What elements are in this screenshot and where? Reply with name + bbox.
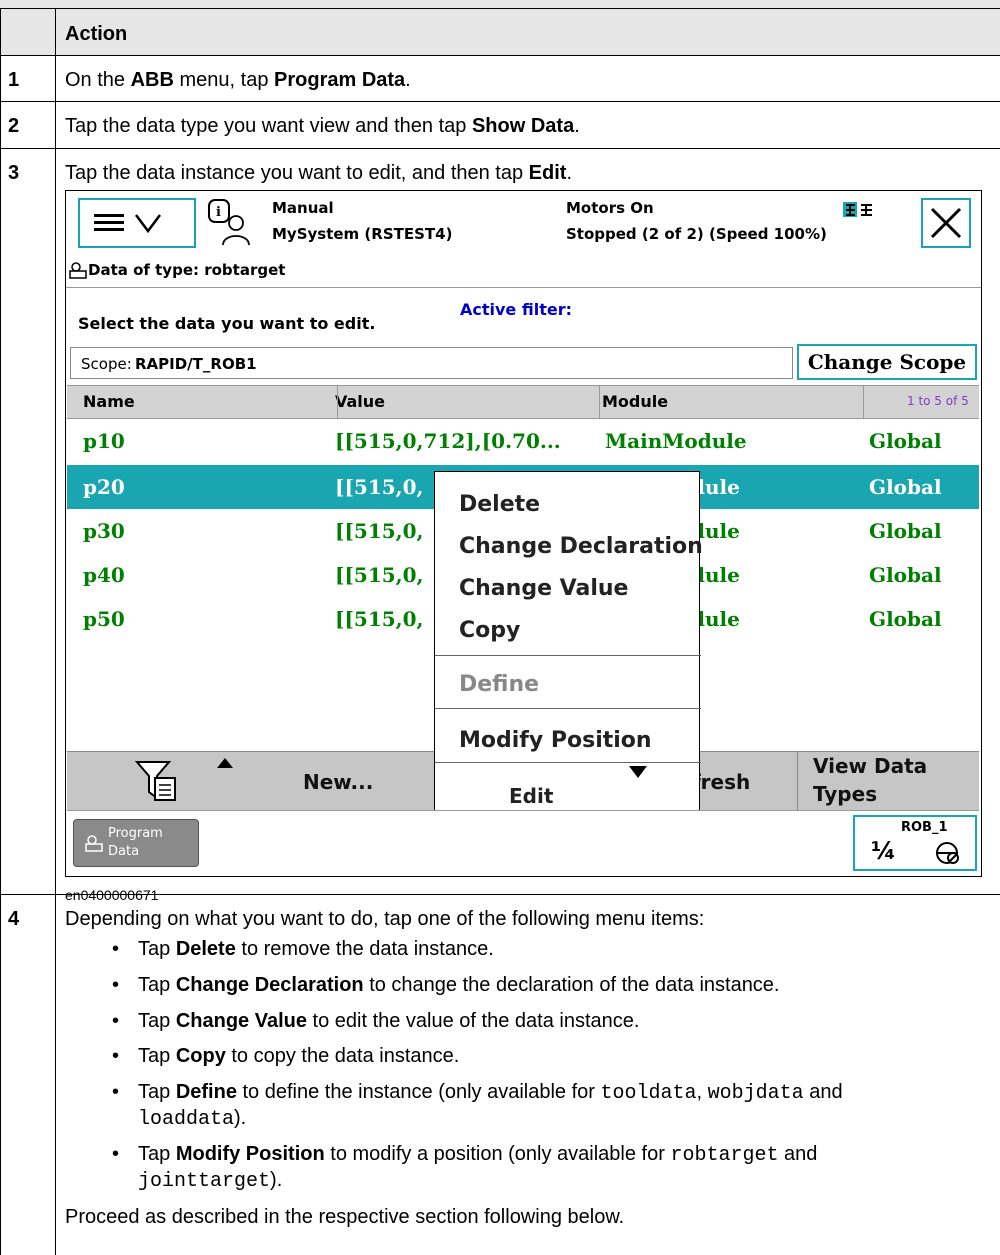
speed-indicator: ¼ [871, 837, 896, 865]
active-filter-label: Active filter: [460, 300, 572, 319]
motors-status: Motors On [566, 199, 654, 217]
step-4-outro: Proceed as described in the respective s… [65, 1206, 625, 1228]
system-name: MySystem (RSTEST4) [272, 225, 453, 243]
column-value: Value [335, 392, 386, 411]
incremental-icon [936, 842, 959, 864]
step-number: 2 [8, 115, 20, 137]
program-data-task-button[interactable]: Program Data [73, 819, 199, 867]
bullet-marker: • [112, 1045, 120, 1067]
step-4-intro: Depending on what you want to do, tap on… [65, 908, 705, 930]
menu-item-change-declaration[interactable]: Change Declaration [459, 534, 703, 559]
menu-item-copy[interactable]: Copy [459, 618, 520, 643]
close-button[interactable] [921, 198, 971, 248]
bullet-marker: • [112, 1081, 120, 1103]
taskbar: Program Data ROB_1 ¼ [67, 810, 979, 875]
mode-text: Manual [272, 199, 334, 217]
row-count-label: 1 to 5 of 5 [907, 394, 969, 408]
program-data-icon [69, 262, 87, 279]
step-number: 1 [8, 69, 20, 91]
close-icon [930, 207, 962, 239]
bullet-define-line2: loaddata). [138, 1107, 247, 1131]
abb-menu-button[interactable] [78, 198, 196, 248]
step-1-text: On the ABB menu, tap Program Data. [65, 69, 411, 91]
triangle-up-icon [217, 758, 233, 768]
bullet-marker: • [112, 1143, 120, 1165]
header-action: Action [65, 23, 128, 45]
bullet-copy: Tap Copy to copy the data instance. [138, 1045, 460, 1067]
step-2-text: Tap the data type you want view and then… [65, 115, 580, 137]
step-3-text: Tap the data instance you want to edit, … [65, 162, 573, 184]
instruction-text: Select the data you want to edit. [78, 314, 376, 333]
filter-icon[interactable] [133, 758, 179, 804]
context-menu: Delete Change Declaration Change Value C… [434, 471, 703, 831]
change-scope-button[interactable]: Change Scope [797, 344, 977, 380]
robot-status-icon [843, 202, 872, 217]
bullet-marker: • [112, 974, 120, 996]
data-type-label: Data of type: robtarget [88, 261, 286, 279]
quickset-button[interactable]: ROB_1 ¼ [853, 815, 977, 871]
svg-text:i: i [216, 205, 221, 220]
program-data-icon [85, 835, 103, 852]
new-button[interactable]: New... [303, 770, 373, 794]
column-module: Module [602, 392, 669, 411]
bullet-marker: • [112, 938, 120, 960]
bullet-modify-position-line2: jointtarget). [138, 1169, 283, 1193]
menu-icon [94, 214, 161, 234]
bullet-delete: Tap Delete to remove the data instance. [138, 938, 494, 960]
figure-caption: en0400000671 [65, 887, 159, 903]
table-row[interactable]: p10 [[515,0,712],[0.70... MainModule Glo… [67, 419, 979, 463]
grid-header: Name Value Module 1 to 5 of 5 [67, 385, 979, 419]
bullet-change-value: Tap Change Value to edit the value of th… [138, 1010, 640, 1032]
operator-info-icon[interactable]: i [206, 197, 254, 247]
menu-item-modify-position[interactable]: Modify Position [459, 728, 652, 753]
program-state: Stopped (2 of 2) (Speed 100%) [566, 225, 827, 243]
step-number: 3 [8, 162, 20, 184]
menu-item-delete[interactable]: Delete [459, 492, 540, 517]
scope-field: Scope: RAPID/T_ROB1 [70, 347, 793, 379]
column-name: Name [83, 392, 135, 411]
robot-name: ROB_1 [901, 820, 948, 835]
bullet-define: Tap Define to define the instance (only … [138, 1081, 843, 1105]
document-page: Action 1 On the ABB menu, tap Program Da… [0, 0, 1000, 1255]
status-bar: i Manual MySystem (RSTEST4) Motors On St… [66, 191, 981, 253]
scope-value: RAPID/T_ROB1 [135, 355, 257, 373]
step-number: 4 [8, 908, 20, 930]
triangle-down-icon [629, 766, 647, 778]
flexpendant-screenshot: i Manual MySystem (RSTEST4) Motors On St… [65, 190, 982, 877]
bullet-marker: • [112, 1010, 120, 1032]
bullet-change-declaration: Tap Change Declaration to change the dec… [138, 974, 780, 996]
view-data-types-button[interactable]: View Data [813, 754, 927, 778]
menu-item-define: Define [459, 672, 540, 697]
menu-item-change-value[interactable]: Change Value [459, 576, 628, 601]
view-data-types-button-line2[interactable]: Types [813, 782, 877, 806]
bullet-modify-position: Tap Modify Position to modify a position… [138, 1143, 818, 1167]
edit-button[interactable]: Edit [509, 784, 553, 808]
